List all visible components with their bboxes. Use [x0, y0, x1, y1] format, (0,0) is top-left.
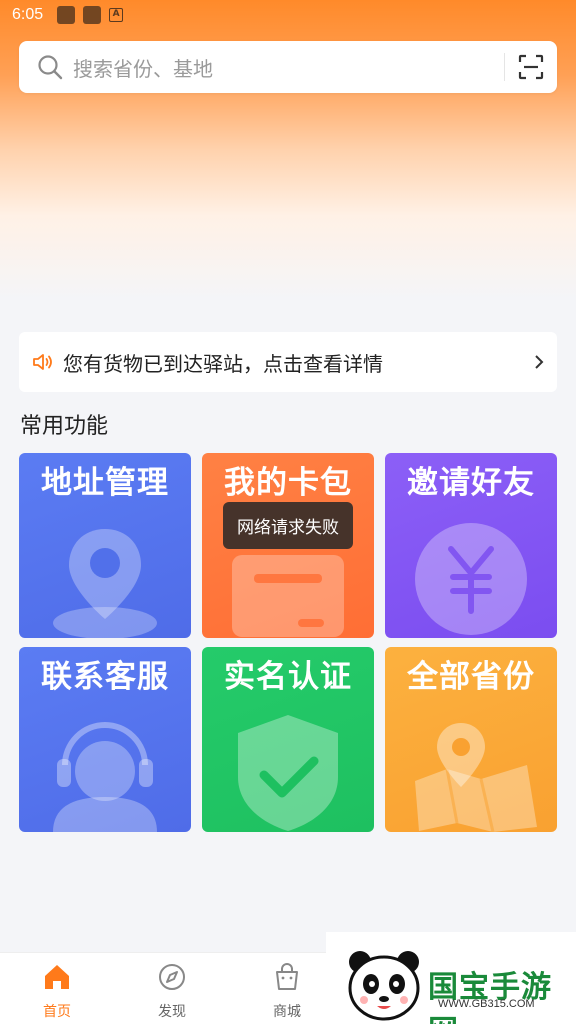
- home-icon: [45, 965, 69, 989]
- status-bar: 6:05 A: [0, 0, 576, 30]
- notification-icon: [83, 6, 102, 24]
- address-management-card[interactable]: 地址管理: [19, 453, 191, 638]
- panda-logo-icon: [348, 951, 420, 1021]
- tab-label: 发现: [158, 1004, 186, 1020]
- status-time: 6:05: [12, 6, 44, 23]
- compass-icon: [159, 964, 185, 990]
- card-label: 我的卡包: [224, 465, 352, 501]
- invite-friends-card[interactable]: 邀请好友: [385, 453, 557, 638]
- notice-bar[interactable]: 您有货物已到达驿站，点击查看详情: [19, 332, 557, 392]
- card-label: 地址管理: [41, 465, 169, 501]
- yuan-coin-icon: [415, 523, 527, 635]
- map-pin-icon: [415, 723, 537, 832]
- card-label: 联系客服: [41, 659, 169, 695]
- scan-icon: [518, 54, 544, 80]
- notification-icon: [57, 6, 76, 24]
- tab-label: 商城: [273, 1004, 301, 1020]
- real-name-verification-card[interactable]: 实名认证: [202, 647, 374, 832]
- notice-text: 您有货物已到达驿站，点击查看详情: [63, 351, 383, 376]
- watermark: 国宝手游网 WWW.GB315.COM: [326, 932, 576, 1024]
- shield-check-icon: [238, 715, 338, 831]
- tab-mall[interactable]: 商城: [237, 953, 337, 1024]
- tab-label: 首页: [43, 1004, 71, 1020]
- shopping-bag-icon: [276, 963, 298, 990]
- card-label: 邀请好友: [407, 465, 535, 501]
- section-title: 常用功能: [20, 414, 109, 439]
- error-toast: 网络请求失败: [223, 502, 353, 549]
- chevron-right-icon: [521, 354, 557, 370]
- all-provinces-card[interactable]: 全部省份: [385, 647, 557, 832]
- keyboard-a-icon: A: [109, 8, 124, 22]
- watermark-brand: 国宝手游网: [428, 970, 552, 1024]
- search-input[interactable]: 搜索省份、基地: [73, 53, 504, 82]
- tab-discover[interactable]: 发现: [122, 953, 222, 1024]
- headset-person-icon: [53, 722, 157, 832]
- search-icon: [38, 55, 63, 80]
- card-label: 实名认证: [224, 659, 352, 695]
- speaker-icon: [33, 354, 52, 370]
- search-bar[interactable]: 搜索省份、基地: [19, 41, 557, 93]
- scan-button[interactable]: [505, 41, 557, 93]
- tab-home[interactable]: 首页: [7, 953, 107, 1024]
- customer-service-card[interactable]: 联系客服: [19, 647, 191, 832]
- card-label: 全部省份: [407, 659, 535, 695]
- location-person-icon: [53, 529, 157, 638]
- watermark-url: WWW.GB315.COM: [438, 998, 535, 1010]
